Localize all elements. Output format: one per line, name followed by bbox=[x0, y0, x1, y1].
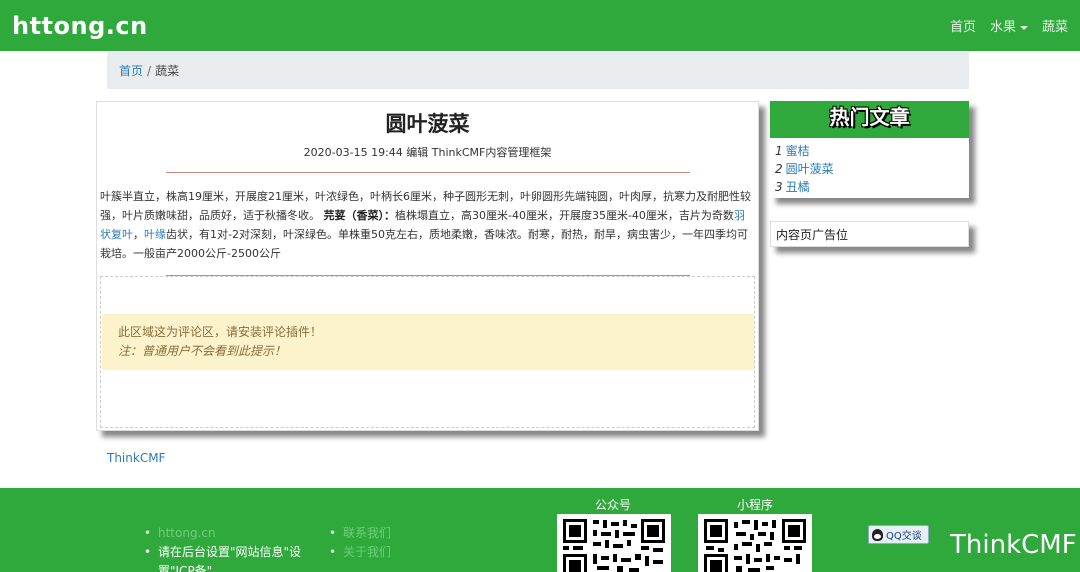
footer-contact-link[interactable]: 联系我们 bbox=[327, 524, 447, 543]
qq-penguin-icon bbox=[872, 528, 883, 541]
thinkcmf-watermark: ThinkCMF bbox=[950, 530, 1077, 560]
nav-vegetable[interactable]: 蔬菜 bbox=[1042, 16, 1068, 35]
item-number: 1 bbox=[775, 144, 783, 158]
list-item: 1 蜜桔 bbox=[775, 142, 964, 160]
hot-articles-panel: 热门文章 1 蜜桔 2 圆叶菠菜 3 丑橘 bbox=[770, 101, 969, 198]
comment-alert: 此区域这为评论区，请安装评论插件！ 注：普通用户不会看到此提示！ bbox=[102, 314, 754, 370]
article-meta: 2020-03-15 19:44 编辑 ThinkCMF内容管理框架 bbox=[303, 146, 552, 159]
qr-label-official-account: 公众号 bbox=[594, 498, 631, 512]
comment-alert-note: 注：普通用户不会看到此提示！ bbox=[118, 344, 287, 358]
footer-site-link[interactable]: httong.cn bbox=[142, 524, 302, 543]
item-number: 3 bbox=[775, 180, 783, 194]
brand-logo[interactable]: httong.cn bbox=[12, 12, 148, 40]
divider bbox=[165, 172, 690, 173]
footer-icp-text: 请在后台设置"网站信息"设置"ICP备" bbox=[142, 543, 302, 572]
footer-about-link[interactable]: 关于我们 bbox=[327, 543, 447, 562]
footer-links-list-2: 联系我们 关于我们 bbox=[327, 524, 447, 562]
hot-article-link[interactable]: 蜜桔 bbox=[786, 144, 810, 158]
article-punct: ， bbox=[133, 228, 144, 241]
article-title: 圆叶菠菜 bbox=[385, 111, 470, 136]
article-bold-term: 芫荽（香菜）： bbox=[323, 209, 396, 222]
top-navbar: httong.cn 首页 水果 蔬菜 bbox=[0, 0, 1080, 51]
link-leaf-margin[interactable]: 叶缘 bbox=[144, 228, 166, 241]
qr-code-icon bbox=[704, 519, 806, 572]
main-nav: 首页 水果 蔬菜 bbox=[950, 16, 1068, 35]
breadcrumb: 首页 / 蔬菜 bbox=[107, 52, 969, 89]
hot-article-link[interactable]: 圆叶菠菜 bbox=[786, 162, 834, 176]
hot-article-link[interactable]: 丑橘 bbox=[786, 180, 810, 194]
chevron-down-icon bbox=[1019, 25, 1028, 30]
comment-area: 此区域这为评论区，请安装评论插件！ 注：普通用户不会看到此提示！ bbox=[100, 276, 755, 428]
nav-fruit-dropdown[interactable]: 水果 bbox=[990, 16, 1028, 35]
breadcrumb-current: 蔬菜 bbox=[155, 64, 180, 78]
ad-slot: 内容页广告位 bbox=[770, 221, 969, 247]
qr-code-mini-program bbox=[698, 514, 812, 572]
site-footer: httong.cn 请在后台设置"网站信息"设置"ICP备" 联系我们 关于我们… bbox=[0, 488, 1080, 572]
breadcrumb-home[interactable]: 首页 bbox=[119, 62, 143, 79]
nav-fruit-label: 水果 bbox=[989, 20, 1016, 35]
article-paragraph: 齿状，有1对-2对深刻，叶深绿色。单株重50克左右，质地柔嫩，香味浓。耐寒，耐热… bbox=[100, 228, 748, 260]
hot-articles-list: 1 蜜桔 2 圆叶菠菜 3 丑橘 bbox=[770, 138, 969, 200]
qq-chat-button[interactable]: QQ交谈 bbox=[868, 525, 929, 544]
nav-home[interactable]: 首页 bbox=[950, 16, 976, 35]
hot-articles-title: 热门文章 bbox=[770, 101, 969, 138]
footer-links-list: httong.cn 请在后台设置"网站信息"设置"ICP备" bbox=[142, 524, 302, 572]
article-body: 叶簇半直立，株高19厘米，开展度21厘米，叶浓绿色，叶柄长6厘米，种子圆形无刺，… bbox=[97, 187, 758, 263]
article-paragraph: 植株塌直立，高30厘米-40厘米，开展度35厘米-40厘米，吉片为奇数 bbox=[395, 209, 734, 222]
qr-label-mini-program: 小程序 bbox=[736, 498, 773, 512]
qr-code-icon bbox=[563, 519, 665, 572]
article-card: 圆叶菠菜 2020-03-15 19:44 编辑 ThinkCMF内容管理框架 … bbox=[96, 101, 759, 431]
comment-alert-text: 此区域这为评论区，请安装评论插件！ bbox=[118, 325, 323, 339]
thinkcmf-link[interactable]: ThinkCMF bbox=[107, 451, 165, 465]
qr-code-official-account bbox=[557, 514, 671, 572]
qq-chat-label: QQ交谈 bbox=[886, 531, 922, 542]
list-item: 2 圆叶菠菜 bbox=[775, 160, 964, 178]
item-number: 2 bbox=[775, 162, 783, 176]
list-item: 3 丑橘 bbox=[775, 178, 964, 196]
breadcrumb-separator: / bbox=[147, 63, 152, 78]
